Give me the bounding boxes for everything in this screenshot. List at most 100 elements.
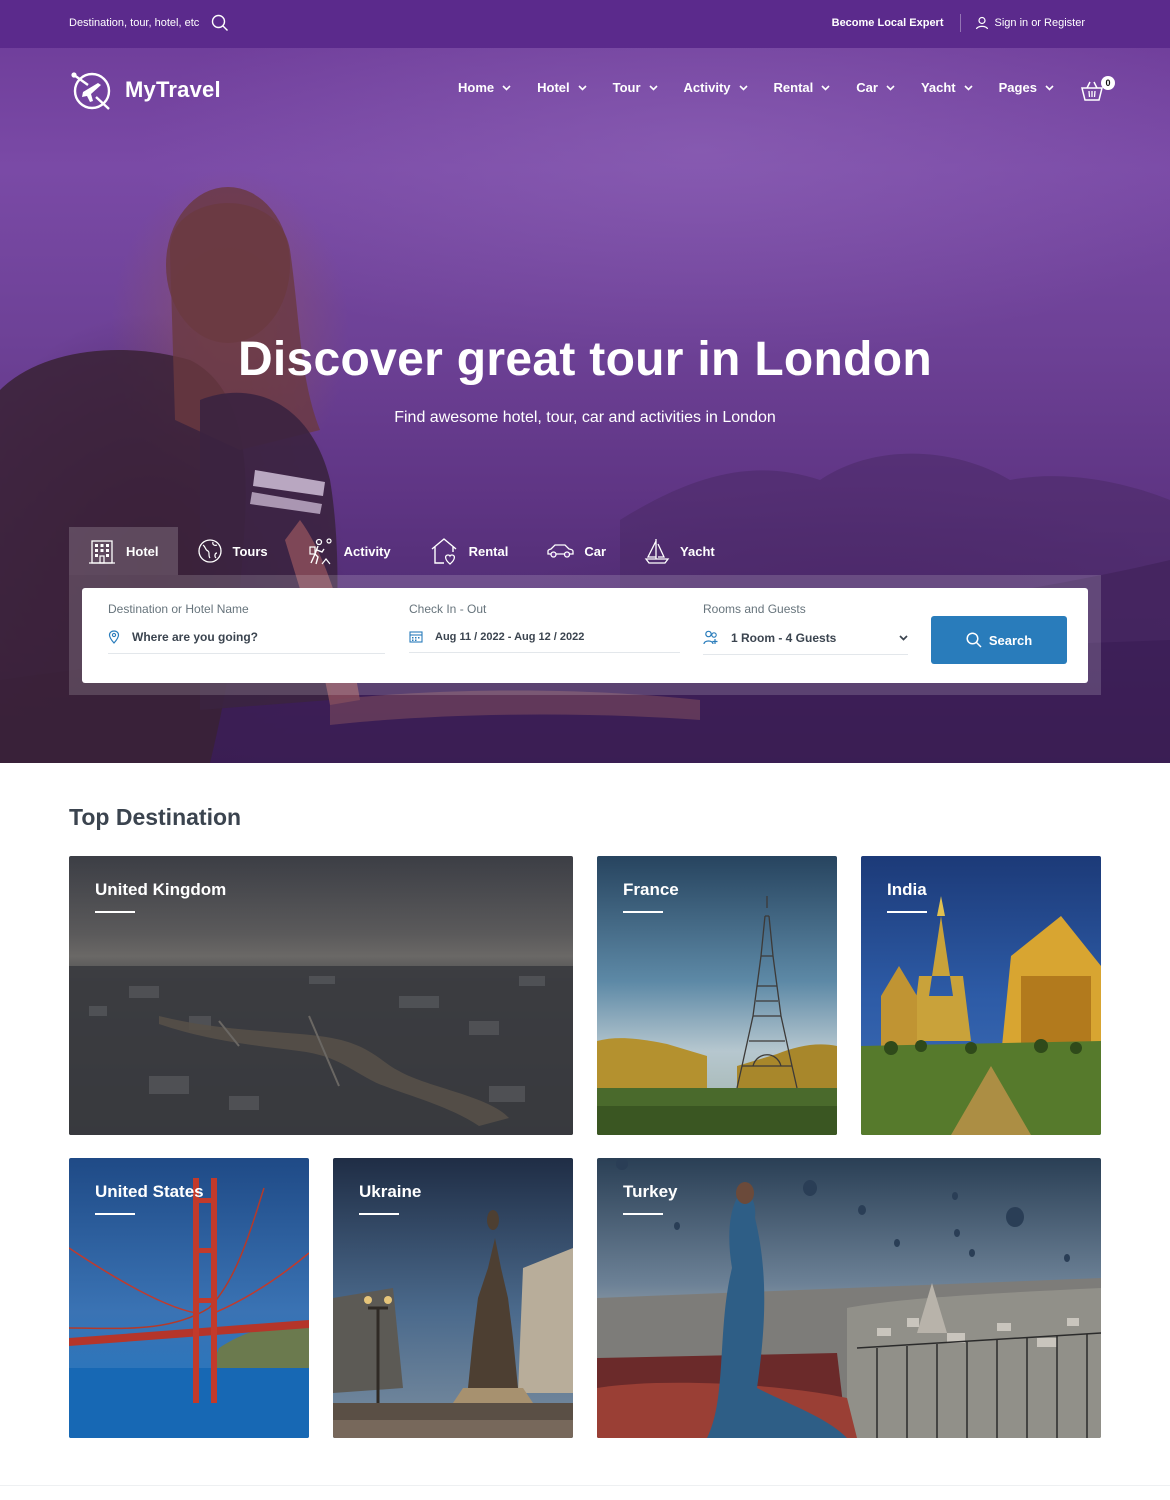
signin-link[interactable]: Sign in or Register (975, 16, 1086, 30)
nav-item-activity[interactable]: Activity (684, 80, 748, 95)
destination-name[interactable]: United States (95, 1182, 204, 1202)
destination-input[interactable]: Where are you going? (108, 630, 385, 654)
nav-item-home[interactable]: Home (458, 80, 511, 95)
nav-label[interactable]: Pages (999, 80, 1037, 95)
nav-item-hotel[interactable]: Hotel (537, 80, 587, 95)
hiking-icon (309, 538, 332, 565)
tab-label[interactable]: Car (584, 544, 606, 559)
tab-label[interactable]: Rental (469, 544, 509, 559)
tab-label[interactable]: Yacht (680, 544, 715, 559)
guests-field: Rooms and Guests 1 Room - 4 Guests (703, 602, 908, 655)
building-icon (89, 540, 115, 564)
guests-value[interactable]: 1 Room - 4 Guests (731, 631, 836, 645)
search-tabs: Hotel Tours Activity Rental Car Yacht (69, 527, 734, 575)
topbar-search[interactable]: Destination, tour, hotel, etc (69, 14, 229, 32)
checkin-value[interactable]: Aug 11 / 2022 - Aug 12 / 2022 (435, 631, 584, 643)
nav-label[interactable]: Tour (613, 80, 641, 95)
brand-name[interactable]: MyTravel (125, 77, 221, 103)
nav-item-tour[interactable]: Tour (613, 80, 658, 95)
tab-activity[interactable]: Activity (287, 527, 410, 575)
chevron-down-icon (502, 84, 511, 91)
section-title-top-destination: Top Destination (69, 804, 242, 830)
destination-underline (887, 911, 927, 913)
destination-card-france[interactable]: France (597, 856, 837, 1135)
search-form: Destination or Hotel Name Where are you … (82, 588, 1088, 683)
nav-label[interactable]: Hotel (537, 80, 570, 95)
nav-item-car[interactable]: Car (856, 80, 895, 95)
plane-logo-icon (71, 72, 111, 110)
tab-label[interactable]: Tours (233, 544, 268, 559)
hero-subtitle: Find awesome hotel, tour, car and activi… (394, 409, 776, 426)
destination-underline (623, 1213, 663, 1215)
tab-hotel[interactable]: Hotel (69, 527, 178, 575)
house-heart-icon (431, 538, 457, 565)
tab-yacht[interactable]: Yacht (625, 527, 734, 575)
chevron-down-icon (886, 84, 895, 91)
tab-label[interactable]: Hotel (126, 544, 159, 559)
nav-item-rental[interactable]: Rental (774, 80, 831, 95)
checkin-input[interactable]: Aug 11 / 2022 - Aug 12 / 2022 (409, 630, 680, 653)
search-icon[interactable] (211, 14, 229, 32)
destination-underline (623, 911, 663, 913)
destination-underline (95, 1213, 135, 1215)
guests-label: Rooms and Guests (703, 602, 806, 616)
nav-label[interactable]: Yacht (921, 80, 956, 95)
chevron-down-icon (578, 84, 587, 91)
nav-item-yacht[interactable]: Yacht (921, 80, 973, 95)
tab-label[interactable]: Activity (344, 544, 391, 559)
checkin-field: Check In - Out Aug 11 / 2022 - Aug 12 / … (409, 602, 680, 653)
destination-card-ukraine[interactable]: Ukraine (333, 1158, 573, 1438)
hero-title: Discover great tour in London (237, 333, 933, 386)
search-button[interactable]: Search (931, 616, 1067, 664)
destination-card-united-kingdom[interactable]: United Kingdom (69, 856, 573, 1135)
signin-label[interactable]: Sign in or Register (995, 17, 1086, 29)
car-icon (547, 544, 575, 558)
guests-select[interactable]: 1 Room - 4 Guests (703, 630, 908, 655)
destination-card-india[interactable]: India (861, 856, 1101, 1135)
globe-icon (197, 539, 222, 563)
destination-card-turkey[interactable]: Turkey (597, 1158, 1101, 1438)
chevron-down-icon (1045, 84, 1054, 91)
destination-name[interactable]: Turkey (623, 1182, 678, 1202)
chevron-down-icon (899, 634, 908, 641)
nav-item-pages[interactable]: Pages (999, 80, 1054, 95)
nav-label[interactable]: Car (856, 80, 878, 95)
chevron-down-icon (738, 84, 748, 91)
cart-button[interactable]: 0 (1080, 76, 1115, 102)
users-icon (703, 630, 718, 645)
tab-rental[interactable]: Rental (410, 527, 528, 575)
search-icon (966, 632, 982, 648)
sailboat-icon (644, 539, 670, 564)
destination-name[interactable]: Ukraine (359, 1182, 421, 1202)
destination-placeholder[interactable]: Where are you going? (132, 630, 258, 644)
topbar-search-text[interactable]: Destination, tour, hotel, etc (69, 17, 199, 29)
destination-name[interactable]: United Kingdom (95, 880, 226, 900)
destination-underline (359, 1213, 399, 1215)
destination-label: Destination or Hotel Name (108, 602, 249, 616)
brand-logo[interactable]: MyTravel (69, 67, 221, 113)
calendar-icon (409, 631, 423, 643)
destination-field: Destination or Hotel Name Where are you … (108, 602, 385, 654)
topbar-divider (959, 14, 961, 32)
topbar-right: Become Local Expert Sign in or Register (832, 14, 1085, 32)
nav-label[interactable]: Activity (684, 80, 731, 95)
destination-name[interactable]: India (887, 880, 927, 900)
chevron-down-icon (964, 84, 973, 91)
destination-name[interactable]: France (623, 880, 679, 900)
user-icon (975, 16, 988, 30)
cart-count-badge: 0 (1101, 76, 1115, 90)
tab-car[interactable]: Car (527, 527, 625, 575)
guests-value-wrap: 1 Room - 4 Guests (703, 630, 836, 645)
main-nav: Home Hotel Tour Activity Rental Car Yach… (458, 80, 1054, 95)
checkin-label: Check In - Out (409, 602, 487, 616)
nav-label[interactable]: Rental (774, 80, 814, 95)
chevron-down-icon (821, 84, 830, 91)
destination-card-united-states[interactable]: United States (69, 1158, 309, 1438)
map-pin-icon (108, 630, 120, 644)
search-button-label[interactable]: Search (989, 633, 1032, 648)
tab-tours[interactable]: Tours (178, 527, 287, 575)
destination-underline (95, 911, 135, 913)
become-local-expert-link[interactable]: Become Local Expert (832, 17, 944, 29)
nav-label[interactable]: Home (458, 80, 494, 95)
chevron-down-icon (648, 84, 658, 91)
